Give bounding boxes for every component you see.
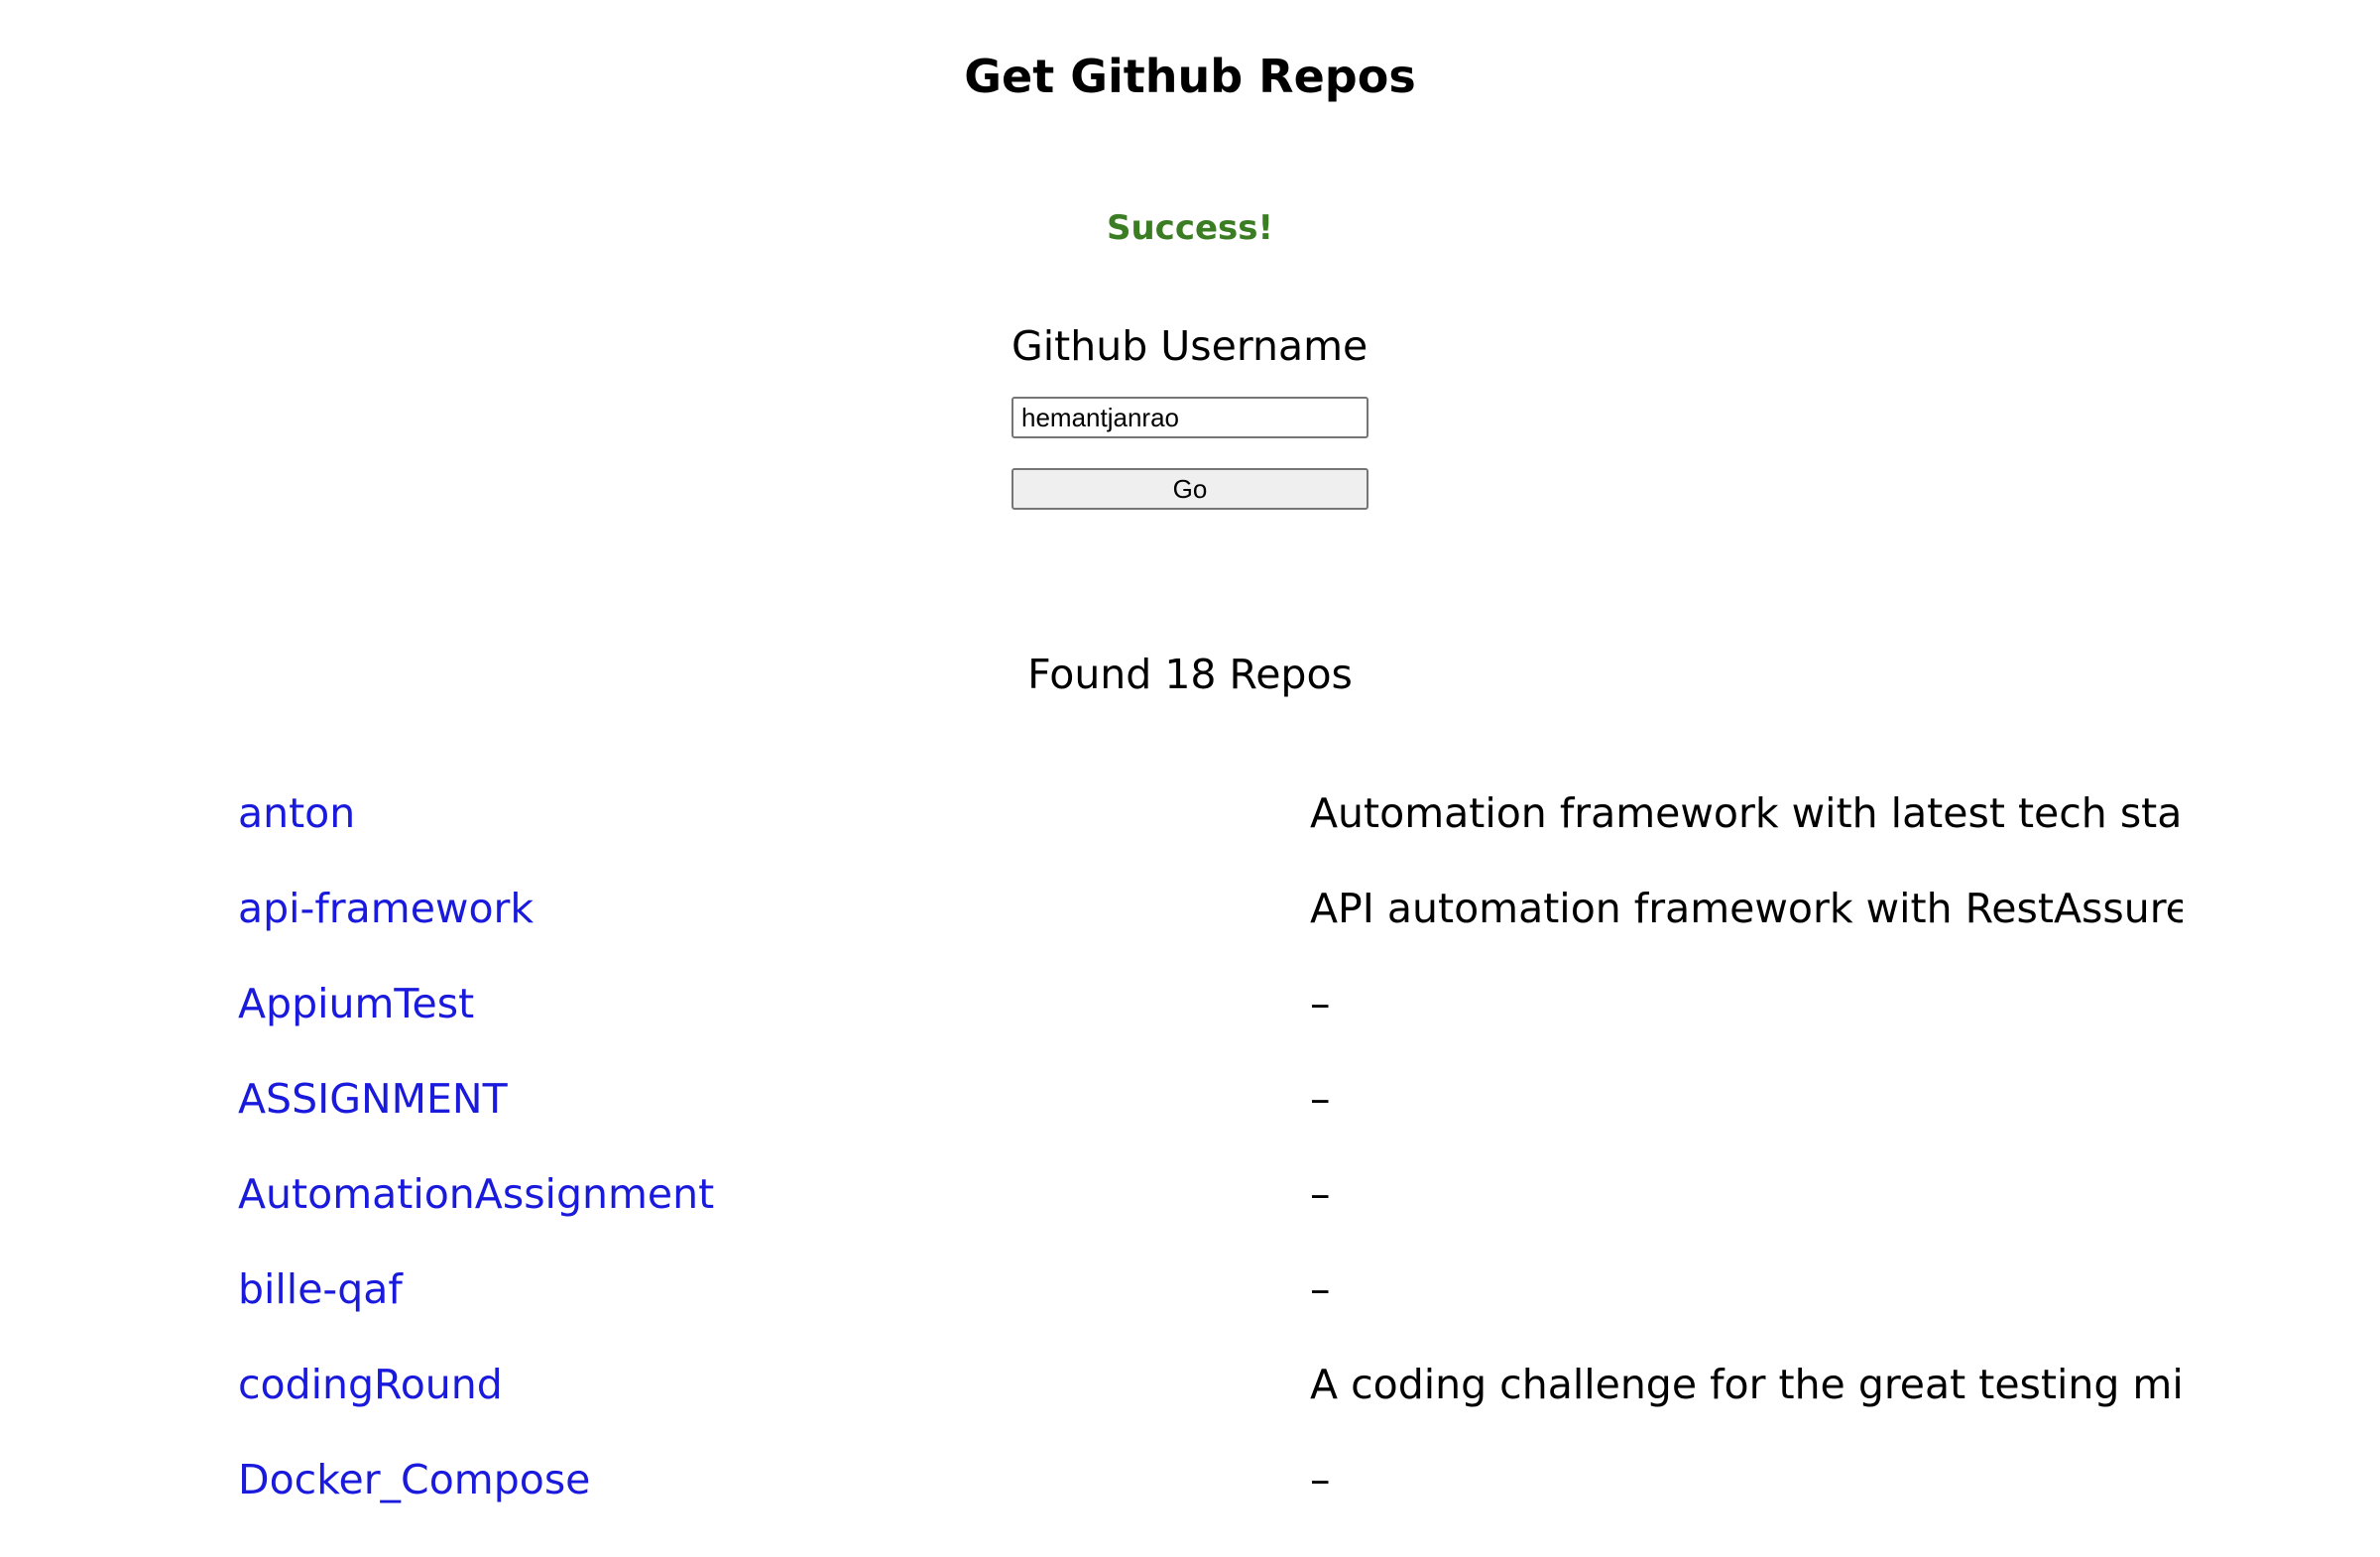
repo-row: AutomationAssignment – — [238, 1162, 2221, 1258]
username-form: Github Username Go — [1012, 315, 1370, 510]
repo-description: Automation framework with latest tech st… — [1310, 789, 2183, 837]
repo-description: API automation framework with RestAssure… — [1310, 885, 2183, 932]
repo-link[interactable]: anton — [238, 781, 355, 845]
go-button[interactable]: Go — [1012, 468, 1368, 510]
status-message: Success! — [1106, 208, 1274, 248]
repo-link[interactable]: codingRound — [238, 1353, 503, 1416]
repo-row: anton Automation framework with latest t… — [238, 781, 2221, 877]
page-title: Get Github Repos — [964, 50, 1416, 103]
repo-link[interactable]: AppiumTest — [238, 972, 474, 1035]
repo-row: ASSIGNMENT – — [238, 1067, 2221, 1162]
repo-link[interactable]: bille-qaf — [238, 1258, 403, 1321]
repo-description: – — [1310, 1170, 1331, 1218]
repo-link[interactable]: ASSIGNMENT — [238, 1067, 508, 1131]
repo-row: codingRound A coding challenge for the g… — [238, 1353, 2221, 1448]
repo-link[interactable]: AutomationAssignment — [238, 1162, 714, 1226]
username-label: Github Username — [1012, 322, 1368, 370]
repo-description: – — [1310, 1456, 1331, 1503]
repo-count: Found 18 Repos — [1027, 651, 1353, 698]
repo-row: AppiumTest – — [238, 972, 2221, 1067]
repo-list: anton Automation framework with latest t… — [238, 781, 2221, 1543]
repo-description: – — [1310, 980, 1331, 1027]
repo-description: – — [1310, 1265, 1331, 1313]
repo-row: Docker_Compose – — [238, 1448, 2221, 1543]
repo-row: bille-qaf – — [238, 1258, 2221, 1353]
repo-description: – — [1310, 1075, 1331, 1123]
repo-link[interactable]: api-framework — [238, 877, 534, 940]
repo-row: api-framework API automation framework w… — [238, 877, 2221, 972]
username-input[interactable] — [1012, 397, 1368, 438]
repo-link[interactable]: Docker_Compose — [238, 1448, 590, 1511]
repo-description: A coding challenge for the great testing… — [1310, 1361, 2183, 1408]
